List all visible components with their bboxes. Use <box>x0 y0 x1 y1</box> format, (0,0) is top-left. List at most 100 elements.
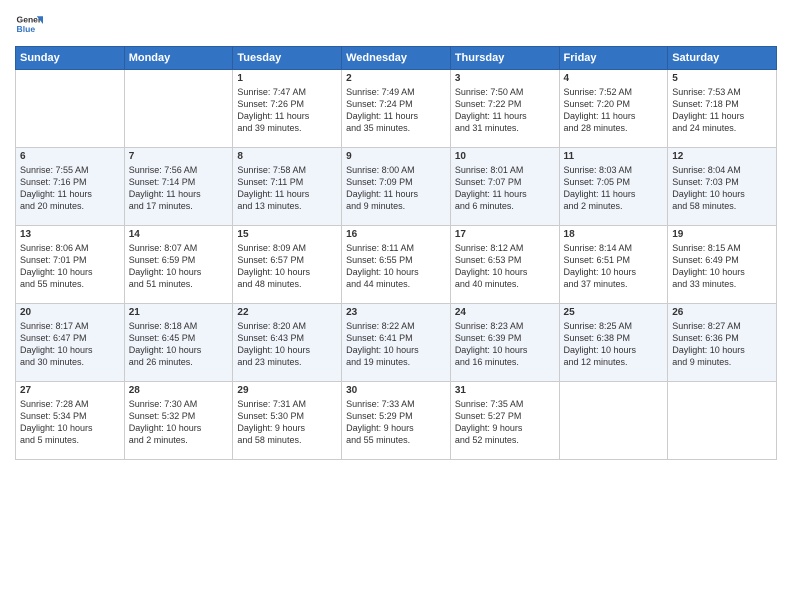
day-number: 27 <box>20 385 120 396</box>
day-cell <box>124 70 233 148</box>
day-number: 29 <box>237 385 337 396</box>
day-cell: 27 Sunrise: 7:28 AMSunset: 5:34 PMDayligh… <box>16 382 125 460</box>
day-info: Sunrise: 8:07 AMSunset: 6:59 PMDaylight:… <box>129 242 229 291</box>
day-cell: 1Sunrise: 7:47 AMSunset: 7:26 PMDaylight… <box>233 70 342 148</box>
calendar-table: SundayMondayTuesdayWednesdayThursdayFrid… <box>15 46 777 460</box>
day-cell: 28 Sunrise: 7:30 AMSunset: 5:32 PMDayligh… <box>124 382 233 460</box>
day-header-tuesday: Tuesday <box>233 47 342 70</box>
day-cell: 5 Sunrise: 7:53 AMSunset: 7:18 PMDaylight… <box>668 70 777 148</box>
day-number: 19 <box>672 229 772 240</box>
day-info: Sunrise: 8:03 AMSunset: 7:05 PMDaylight:… <box>564 164 664 213</box>
day-number: 8 <box>237 151 337 162</box>
day-info: Sunrise: 8:17 AMSunset: 6:47 PMDaylight:… <box>20 320 120 369</box>
day-number: 13 <box>20 229 120 240</box>
day-info: Sunrise: 7:50 AMSunset: 7:22 PMDaylight:… <box>455 86 555 135</box>
day-cell: 2 Sunrise: 7:49 AMSunset: 7:24 PMDaylight… <box>342 70 451 148</box>
day-header-thursday: Thursday <box>450 47 559 70</box>
day-info: Sunrise: 7:28 AMSunset: 5:34 PMDaylight:… <box>20 398 120 447</box>
day-number: 25 <box>564 307 664 318</box>
svg-text:General: General <box>17 14 43 24</box>
day-cell: 29 Sunrise: 7:31 AMSunset: 5:30 PMDayligh… <box>233 382 342 460</box>
day-info: Sunrise: 7:56 AMSunset: 7:14 PMDaylight:… <box>129 164 229 213</box>
day-number: 17 <box>455 229 555 240</box>
week-row-4: 20Sunrise: 8:17 AMSunset: 6:47 PMDayligh… <box>16 304 777 382</box>
day-cell: 14 Sunrise: 8:07 AMSunset: 6:59 PMDayligh… <box>124 226 233 304</box>
day-number: 21 <box>129 307 229 318</box>
day-info: Sunrise: 7:58 AMSunset: 7:11 PMDaylight:… <box>237 164 337 213</box>
day-number: 15 <box>237 229 337 240</box>
day-cell: 9 Sunrise: 8:00 AMSunset: 7:09 PMDaylight… <box>342 148 451 226</box>
day-info: Sunrise: 8:20 AMSunset: 6:43 PMDaylight:… <box>237 320 337 369</box>
day-cell: 30Sunrise: 7:33 AMSunset: 5:29 PMDayligh… <box>342 382 451 460</box>
day-number: 4 <box>564 73 664 84</box>
day-info: Sunrise: 7:35 AMSunset: 5:27 PMDaylight:… <box>455 398 555 447</box>
day-cell: 10 Sunrise: 8:01 AMSunset: 7:07 PMDayligh… <box>450 148 559 226</box>
day-info: Sunrise: 7:31 AMSunset: 5:30 PMDaylight:… <box>237 398 337 447</box>
day-number: 26 <box>672 307 772 318</box>
day-cell: 7 Sunrise: 7:56 AMSunset: 7:14 PMDaylight… <box>124 148 233 226</box>
day-cell: 16 Sunrise: 8:11 AMSunset: 6:55 PMDayligh… <box>342 226 451 304</box>
day-number: 9 <box>346 151 446 162</box>
day-number: 30 <box>346 385 446 396</box>
day-info: Sunrise: 7:52 AMSunset: 7:20 PMDaylight:… <box>564 86 664 135</box>
day-number: 28 <box>129 385 229 396</box>
day-cell <box>16 70 125 148</box>
day-number: 24 <box>455 307 555 318</box>
week-row-5: 27 Sunrise: 7:28 AMSunset: 5:34 PMDayligh… <box>16 382 777 460</box>
day-info: Sunrise: 7:55 AMSunset: 7:16 PMDaylight:… <box>20 164 120 213</box>
day-info: Sunrise: 8:00 AMSunset: 7:09 PMDaylight:… <box>346 164 446 213</box>
day-cell <box>559 382 668 460</box>
day-cell: 22 Sunrise: 8:20 AMSunset: 6:43 PMDayligh… <box>233 304 342 382</box>
day-info: Sunrise: 8:27 AMSunset: 6:36 PMDaylight:… <box>672 320 772 369</box>
day-info: Sunrise: 8:01 AMSunset: 7:07 PMDaylight:… <box>455 164 555 213</box>
day-cell: 11 Sunrise: 8:03 AMSunset: 7:05 PMDayligh… <box>559 148 668 226</box>
day-info: Sunrise: 8:14 AMSunset: 6:51 PMDaylight:… <box>564 242 664 291</box>
logo-icon: General Blue <box>15 10 43 38</box>
week-row-3: 13 Sunrise: 8:06 AMSunset: 7:01 PMDayligh… <box>16 226 777 304</box>
day-cell: 20Sunrise: 8:17 AMSunset: 6:47 PMDayligh… <box>16 304 125 382</box>
day-number: 5 <box>672 73 772 84</box>
day-info: Sunrise: 7:30 AMSunset: 5:32 PMDaylight:… <box>129 398 229 447</box>
day-cell: 15 Sunrise: 8:09 AMSunset: 6:57 PMDayligh… <box>233 226 342 304</box>
day-cell: 31Sunrise: 7:35 AMSunset: 5:27 PMDayligh… <box>450 382 559 460</box>
header: General Blue <box>15 10 777 38</box>
week-row-1: 1Sunrise: 7:47 AMSunset: 7:26 PMDaylight… <box>16 70 777 148</box>
day-number: 10 <box>455 151 555 162</box>
day-cell: 13 Sunrise: 8:06 AMSunset: 7:01 PMDayligh… <box>16 226 125 304</box>
week-row-2: 6 Sunrise: 7:55 AMSunset: 7:16 PMDaylight… <box>16 148 777 226</box>
day-number: 7 <box>129 151 229 162</box>
day-number: 22 <box>237 307 337 318</box>
day-info: Sunrise: 7:49 AMSunset: 7:24 PMDaylight:… <box>346 86 446 135</box>
day-info: Sunrise: 8:23 AMSunset: 6:39 PMDaylight:… <box>455 320 555 369</box>
page: General Blue SundayMondayTuesdayWednesda… <box>0 0 792 612</box>
day-cell: 18Sunrise: 8:14 AMSunset: 6:51 PMDayligh… <box>559 226 668 304</box>
day-number: 11 <box>564 151 664 162</box>
day-info: Sunrise: 8:22 AMSunset: 6:41 PMDaylight:… <box>346 320 446 369</box>
day-cell: 3Sunrise: 7:50 AMSunset: 7:22 PMDaylight… <box>450 70 559 148</box>
day-number: 12 <box>672 151 772 162</box>
day-number: 2 <box>346 73 446 84</box>
day-number: 6 <box>20 151 120 162</box>
day-info: Sunrise: 8:15 AMSunset: 6:49 PMDaylight:… <box>672 242 772 291</box>
day-info: Sunrise: 8:06 AMSunset: 7:01 PMDaylight:… <box>20 242 120 291</box>
day-number: 1 <box>237 73 337 84</box>
day-info: Sunrise: 8:09 AMSunset: 6:57 PMDaylight:… <box>237 242 337 291</box>
day-number: 14 <box>129 229 229 240</box>
day-info: Sunrise: 8:12 AMSunset: 6:53 PMDaylight:… <box>455 242 555 291</box>
day-cell: 6 Sunrise: 7:55 AMSunset: 7:16 PMDaylight… <box>16 148 125 226</box>
day-info: Sunrise: 8:04 AMSunset: 7:03 PMDaylight:… <box>672 164 772 213</box>
header-row: SundayMondayTuesdayWednesdayThursdayFrid… <box>16 47 777 70</box>
day-info: Sunrise: 8:11 AMSunset: 6:55 PMDaylight:… <box>346 242 446 291</box>
day-number: 16 <box>346 229 446 240</box>
day-info: Sunrise: 7:53 AMSunset: 7:18 PMDaylight:… <box>672 86 772 135</box>
day-cell: 17 Sunrise: 8:12 AMSunset: 6:53 PMDayligh… <box>450 226 559 304</box>
day-cell: 24 Sunrise: 8:23 AMSunset: 6:39 PMDayligh… <box>450 304 559 382</box>
day-info: Sunrise: 8:18 AMSunset: 6:45 PMDaylight:… <box>129 320 229 369</box>
day-info: Sunrise: 8:25 AMSunset: 6:38 PMDaylight:… <box>564 320 664 369</box>
day-header-monday: Monday <box>124 47 233 70</box>
day-cell: 23Sunrise: 8:22 AMSunset: 6:41 PMDayligh… <box>342 304 451 382</box>
day-header-friday: Friday <box>559 47 668 70</box>
day-cell: 8 Sunrise: 7:58 AMSunset: 7:11 PMDaylight… <box>233 148 342 226</box>
day-cell: 4 Sunrise: 7:52 AMSunset: 7:20 PMDaylight… <box>559 70 668 148</box>
day-cell: 21 Sunrise: 8:18 AMSunset: 6:45 PMDayligh… <box>124 304 233 382</box>
